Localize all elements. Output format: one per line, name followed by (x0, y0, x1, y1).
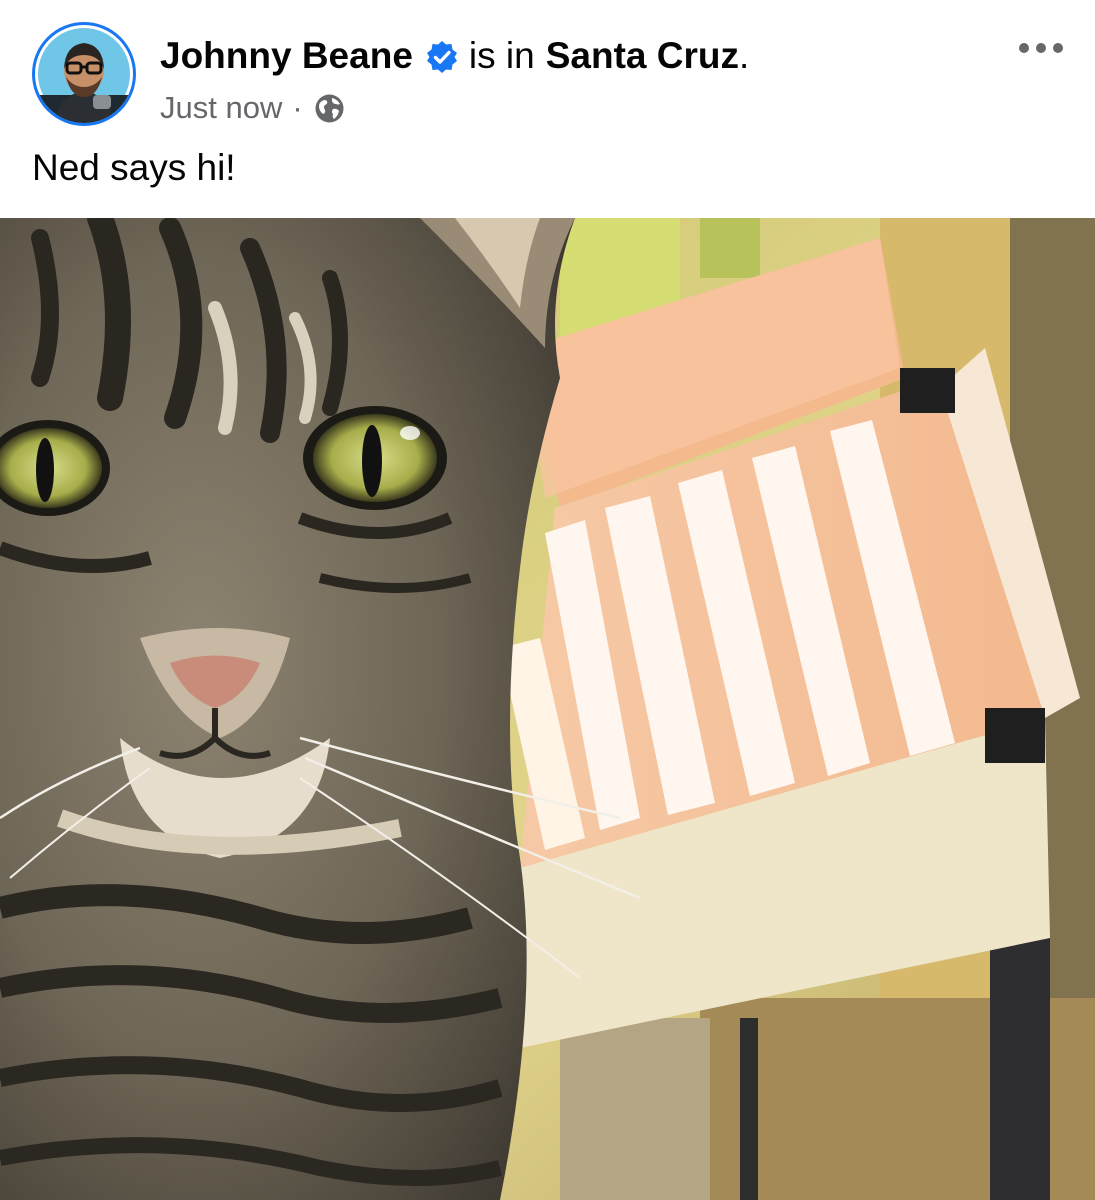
post-meta: Just now · (160, 88, 346, 128)
post-photo[interactable] (0, 218, 1095, 1200)
post-header: Johnny Beane is in Santa Cruz. Just now … (0, 0, 1095, 130)
post-text: Ned says hi! (32, 147, 236, 188)
author-line: Johnny Beane is in Santa Cruz. (160, 33, 749, 79)
post-timestamp[interactable]: Just now (160, 88, 282, 128)
cat-photo-image (0, 218, 1095, 1200)
author-name[interactable]: Johnny Beane (160, 33, 413, 79)
globe-icon[interactable] (313, 92, 346, 125)
more-options-icon (1019, 43, 1063, 53)
avatar-image (38, 28, 130, 123)
location-name[interactable]: Santa Cruz (546, 33, 739, 79)
location-connector: is in (468, 35, 535, 76)
more-options-button[interactable] (1008, 28, 1074, 68)
author-avatar[interactable] (32, 22, 136, 126)
location-suffix: . (738, 35, 750, 76)
verified-badge-icon (425, 39, 459, 73)
meta-separator: · (292, 90, 303, 125)
